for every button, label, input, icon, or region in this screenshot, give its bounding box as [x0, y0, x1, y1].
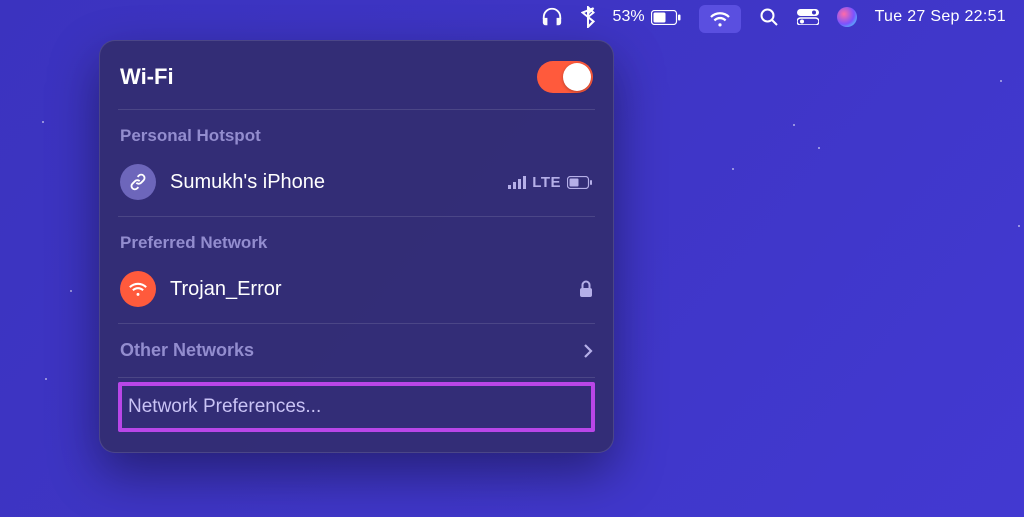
- preferred-network-name: Trojan_Error: [170, 278, 565, 301]
- preferred-network-row[interactable]: Trojan_Error: [118, 263, 595, 321]
- battery-icon: [651, 10, 681, 25]
- menubar: 53% Tue 27 Sep 22:51: [0, 0, 1024, 34]
- datetime-text: Tue 27 Sep 22:51: [875, 8, 1006, 26]
- preferred-network-section-label: Preferred Network: [118, 219, 595, 263]
- wifi-menubar-icon[interactable]: [699, 5, 741, 33]
- wifi-header-row: Wi-Fi: [118, 57, 595, 107]
- headphones-icon[interactable]: [541, 0, 563, 34]
- divider: [118, 377, 595, 378]
- siri-icon[interactable]: [837, 0, 857, 34]
- hotspot-battery-icon: [567, 176, 593, 189]
- datetime-display[interactable]: Tue 27 Sep 22:51: [875, 0, 1006, 34]
- network-preferences-button[interactable]: Network Preferences...: [118, 382, 595, 432]
- network-preferences-label: Network Preferences...: [128, 396, 321, 417]
- divider: [118, 323, 595, 324]
- battery-percent: 53%: [613, 8, 645, 26]
- personal-hotspot-section-label: Personal Hotspot: [118, 112, 595, 156]
- lock-icon: [579, 280, 593, 298]
- spotlight-search-icon[interactable]: [759, 0, 779, 34]
- hotspot-device-name: Sumukh's iPhone: [170, 171, 494, 194]
- wifi-dropdown-panel: Wi-Fi Personal Hotspot Sumukh's iPhone L…: [99, 40, 614, 453]
- signal-bars-icon: [508, 175, 526, 189]
- other-networks-row[interactable]: Other Networks: [118, 326, 595, 375]
- wifi-title: Wi-Fi: [120, 64, 174, 90]
- divider: [118, 216, 595, 217]
- hotspot-status: LTE: [508, 174, 593, 191]
- hotspot-link-icon: [120, 164, 156, 200]
- other-networks-label: Other Networks: [120, 340, 254, 361]
- bluetooth-icon[interactable]: [581, 0, 595, 34]
- control-center-icon[interactable]: [797, 0, 819, 34]
- chevron-right-icon: [583, 343, 593, 359]
- hotspot-lte-label: LTE: [532, 174, 561, 191]
- wifi-circle-icon: [120, 271, 156, 307]
- wifi-toggle-knob: [563, 63, 591, 91]
- personal-hotspot-row[interactable]: Sumukh's iPhone LTE: [118, 156, 595, 214]
- wifi-toggle[interactable]: [537, 61, 593, 93]
- divider: [118, 109, 595, 110]
- battery-status[interactable]: 53%: [613, 0, 681, 34]
